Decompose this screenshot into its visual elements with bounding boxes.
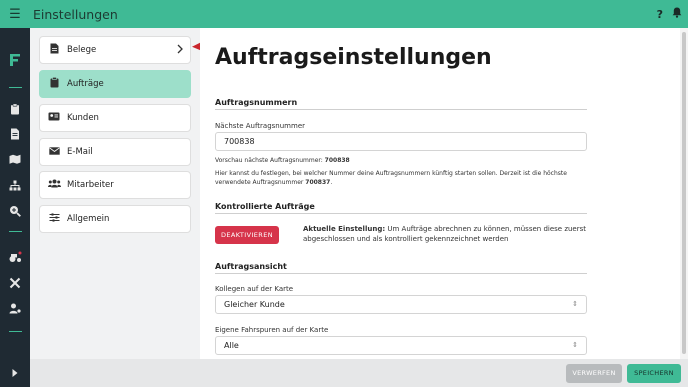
settings-content: Auftragseinstellungen Auftragsnummern Nä… bbox=[200, 28, 680, 359]
next-number-input[interactable]: 700838 bbox=[215, 132, 587, 151]
select-arrows-icon: ⇕ bbox=[572, 300, 578, 308]
section-divider bbox=[215, 273, 587, 274]
subnav-item-label: Belege bbox=[67, 45, 97, 55]
rail-divider bbox=[9, 231, 22, 232]
top-bar: ☰ Einstellungen ? bbox=[0, 0, 688, 28]
chevron-right-icon bbox=[177, 44, 183, 57]
save-button[interactable]: SPEICHERN bbox=[627, 364, 681, 383]
select-arrows-icon: ⇕ bbox=[572, 341, 578, 349]
section-heading-view: Auftragsansicht bbox=[215, 262, 287, 271]
tractor-icon[interactable] bbox=[9, 251, 22, 263]
subnav-item-label: Kunden bbox=[67, 113, 99, 123]
clipboard-icon bbox=[48, 77, 60, 91]
hamburger-menu-icon[interactable]: ☰ bbox=[0, 7, 30, 22]
tracks-select[interactable]: Alle ⇕ bbox=[215, 336, 587, 355]
settings-subnav: Belege Aufträge Kunden E-Mail Mitarbeite… bbox=[30, 28, 200, 387]
footer-bar: VERWERFEN SPEICHERN bbox=[30, 359, 688, 387]
subnav-item-label: Mitarbeiter bbox=[67, 180, 114, 190]
sitemap-icon[interactable] bbox=[9, 180, 21, 192]
main-rail bbox=[0, 28, 30, 387]
app-logo-icon bbox=[9, 52, 21, 66]
tools-icon[interactable] bbox=[9, 277, 21, 289]
subnav-item-allgemein[interactable]: Allgemein bbox=[39, 205, 191, 233]
sliders-icon bbox=[48, 213, 60, 225]
search-plus-icon[interactable] bbox=[9, 205, 21, 217]
subnav-item-mitarbeiter[interactable]: Mitarbeiter bbox=[39, 171, 191, 199]
deactivate-button[interactable]: DEAKTIVIEREN bbox=[215, 226, 279, 244]
subnav-item-belege[interactable]: Belege bbox=[39, 36, 191, 64]
scrollbar-thumb[interactable] bbox=[682, 32, 686, 354]
notification-bell-icon[interactable] bbox=[672, 7, 682, 21]
next-number-preview: Vorschau nächste Auftragsnummer: 700838 bbox=[215, 157, 350, 164]
id-card-icon bbox=[48, 112, 60, 124]
envelope-icon bbox=[48, 146, 60, 158]
subnav-item-kunden[interactable]: Kunden bbox=[39, 104, 191, 132]
next-number-hint: Hier kannst du festlegen, bei welcher Nu… bbox=[215, 170, 567, 186]
document-icon bbox=[48, 43, 60, 57]
subnav-item-label: Aufträge bbox=[67, 79, 104, 89]
preview-value: 700838 bbox=[324, 157, 350, 164]
document-icon[interactable] bbox=[9, 128, 21, 140]
next-number-label: Nächste Auftragsnummer bbox=[215, 122, 305, 130]
rail-divider bbox=[9, 87, 22, 88]
users-icon bbox=[48, 179, 61, 191]
map-icon[interactable] bbox=[9, 154, 21, 166]
section-heading-controlled: Kontrollierte Aufträge bbox=[215, 202, 315, 211]
subnav-item-auftraege[interactable]: Aufträge bbox=[39, 70, 191, 98]
app-title: Einstellungen bbox=[33, 6, 118, 22]
colleagues-label: Kollegen auf der Karte bbox=[215, 285, 294, 293]
expand-rail-icon[interactable] bbox=[9, 368, 21, 380]
page-title: Auftragseinstellungen bbox=[215, 45, 492, 70]
subnav-item-label: Allgemein bbox=[67, 214, 110, 224]
current-setting-label: Aktuelle Einstellung: bbox=[303, 225, 386, 233]
discard-button[interactable]: VERWERFEN bbox=[566, 364, 622, 383]
highest-number-value: 700837 bbox=[305, 179, 331, 186]
clipboard-icon[interactable] bbox=[9, 103, 21, 115]
section-divider bbox=[215, 109, 587, 110]
subnav-item-label: E-Mail bbox=[67, 147, 93, 157]
controlled-current-setting: Aktuelle Einstellung: Um Aufträge abrech… bbox=[303, 225, 587, 243]
rail-divider bbox=[9, 331, 22, 332]
subnav-item-email[interactable]: E-Mail bbox=[39, 138, 191, 166]
section-divider bbox=[215, 213, 587, 214]
help-icon[interactable]: ? bbox=[657, 8, 663, 21]
main-scrollbar[interactable] bbox=[680, 28, 688, 359]
section-heading-numbers: Auftragsnummern bbox=[215, 98, 298, 107]
tracks-label: Eigene Fahrspuren auf der Karte bbox=[215, 326, 329, 334]
user-settings-icon[interactable] bbox=[9, 303, 21, 315]
colleagues-select[interactable]: Gleicher Kunde ⇕ bbox=[215, 295, 587, 314]
